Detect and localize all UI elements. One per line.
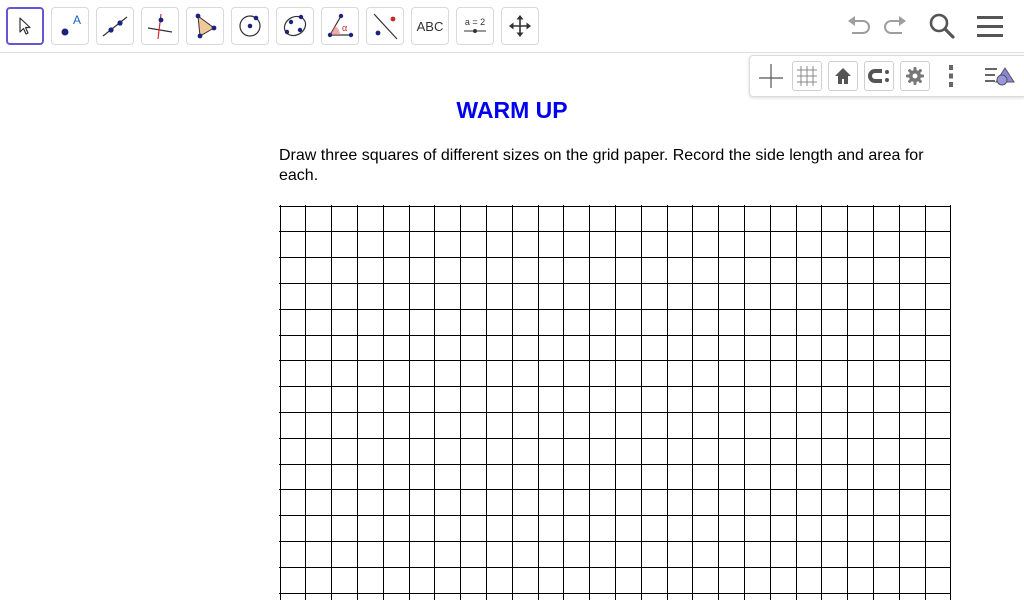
line-through-points-icon xyxy=(102,16,128,37)
graphics-style-bar xyxy=(749,55,1024,97)
circle-center-point-tool-button[interactable] xyxy=(231,7,269,45)
toggle-axes-button[interactable] xyxy=(756,61,786,91)
grid-paper[interactable] xyxy=(279,205,951,600)
home-icon xyxy=(835,68,851,84)
toggle-grid-button[interactable] xyxy=(792,61,822,91)
style-bar-toggle-icon xyxy=(985,67,1015,86)
redo-button[interactable] xyxy=(879,10,911,42)
move-graphics-view-tool-button[interactable] xyxy=(501,7,539,45)
angle-tool-button[interactable]: α xyxy=(321,7,359,45)
move-tool-button[interactable] xyxy=(6,7,44,45)
move-arrows-icon xyxy=(509,15,531,37)
standard-view-button[interactable] xyxy=(828,61,858,91)
settings-icon xyxy=(906,67,924,85)
style-bar-toggle-button[interactable] xyxy=(982,61,1018,91)
angle-icon: α xyxy=(327,13,354,38)
text-tool-label: ABC xyxy=(416,18,444,34)
conic-five-points-tool-button[interactable] xyxy=(276,7,314,45)
undo-icon xyxy=(848,16,870,34)
page-title: WARM UP xyxy=(456,97,568,123)
main-menu-button[interactable] xyxy=(974,10,1006,42)
reflect-about-line-icon xyxy=(373,13,398,40)
perpendicular-line-icon xyxy=(147,13,173,40)
polygon-tool-button[interactable] xyxy=(186,7,224,45)
grid-icon xyxy=(797,66,817,86)
search-button[interactable] xyxy=(926,10,958,42)
redo-icon xyxy=(884,16,906,34)
circle-center-icon xyxy=(239,15,261,37)
reflect-tool-button[interactable] xyxy=(366,7,404,45)
axes-icon xyxy=(759,64,783,88)
slider-icon xyxy=(464,29,486,33)
slider-tool-label: a = 2 xyxy=(464,17,486,27)
angle-label: α xyxy=(342,23,347,33)
arrow-cursor-icon xyxy=(19,17,31,35)
line-tool-button[interactable] xyxy=(96,7,134,45)
polygon-icon xyxy=(195,13,217,39)
instructions-text: Draw three squares of different sizes on… xyxy=(279,147,924,184)
point-tool-button[interactable]: A xyxy=(51,7,89,45)
slider-tool-button[interactable]: a = 2 xyxy=(456,7,494,45)
menu-icon xyxy=(977,16,1003,37)
search-icon xyxy=(929,13,955,39)
perpendicular-line-tool-button[interactable] xyxy=(141,7,179,45)
ellipse-points-icon xyxy=(283,14,307,37)
text-tool-button[interactable]: ABC xyxy=(411,7,449,45)
more-vertical-icon xyxy=(949,65,953,87)
point-icon: A xyxy=(61,13,81,36)
point-label: A xyxy=(73,13,81,27)
point-capturing-icon xyxy=(868,69,889,83)
graphics-settings-button[interactable] xyxy=(900,61,930,91)
undo-button[interactable] xyxy=(843,10,875,42)
point-capturing-button[interactable] xyxy=(864,61,894,91)
more-options-button[interactable] xyxy=(936,61,966,91)
toolbar: A α ABC a = 2 xyxy=(0,0,1024,53)
